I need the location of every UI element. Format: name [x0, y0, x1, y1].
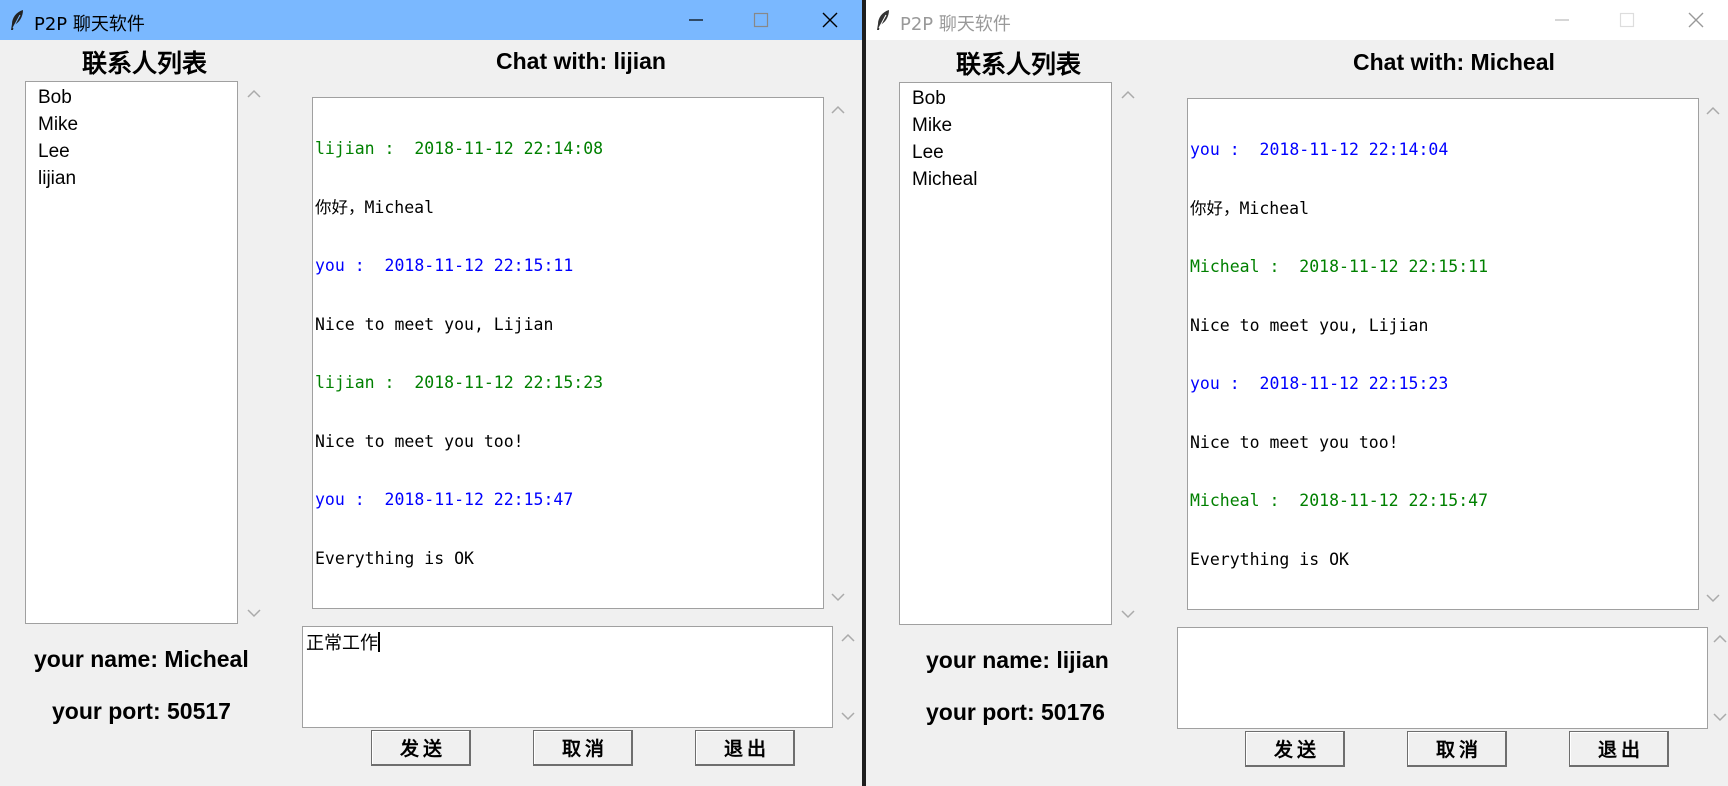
message-body: 你好，Micheal — [1190, 198, 1310, 218]
message-input-text: 正常工作 — [306, 633, 378, 654]
message-body: 你好，Micheal — [315, 197, 435, 217]
minimize-button[interactable] — [670, 0, 722, 40]
contact-item[interactable]: Mike — [900, 112, 1111, 139]
close-icon — [822, 12, 838, 28]
maximize-icon — [1619, 12, 1635, 28]
scroll-up-icon[interactable] — [246, 88, 262, 100]
contact-item[interactable]: Mike — [26, 111, 237, 138]
send-button[interactable]: 发送 — [371, 730, 471, 766]
scroll-up-icon[interactable] — [830, 104, 846, 116]
scroll-down-icon[interactable] — [830, 591, 846, 603]
your-port-label: your port: 50517 — [52, 698, 231, 724]
chat-window-lijian: P2P 聊天软件 联系人列表 Chat with: Micheal Bob Mi… — [866, 0, 1728, 786]
close-button[interactable] — [804, 0, 856, 40]
contact-item[interactable]: Bob — [900, 85, 1111, 112]
contact-list[interactable]: Bob Mike Lee lijian — [25, 81, 238, 624]
message-header: you : 2018-11-12 22:15:11 — [315, 256, 574, 275]
minimize-icon — [1555, 19, 1569, 21]
send-button[interactable]: 发送 — [1245, 731, 1345, 767]
message-history[interactable]: you : 2018-11-12 22:14:04 你好，Micheal Mic… — [1187, 98, 1699, 610]
feather-icon — [11, 10, 23, 30]
contacts-heading: 联系人列表 — [82, 50, 208, 78]
chat-heading: Chat with: lijian — [496, 48, 666, 74]
message-input[interactable] — [1177, 627, 1708, 729]
text-caret — [378, 632, 380, 652]
scroll-down-icon[interactable] — [840, 710, 856, 722]
message-body: Nice to meet you, Lijian — [1190, 315, 1429, 335]
message-header: you : 2018-11-12 22:14:04 — [1190, 140, 1449, 159]
your-name-label: your name: lijian — [926, 647, 1109, 673]
window-title: P2P 聊天软件 — [34, 14, 145, 35]
minimize-button[interactable] — [1536, 0, 1588, 40]
message-body: Everything is OK — [315, 548, 474, 568]
contact-item[interactable]: Lee — [900, 139, 1111, 166]
chat-heading: Chat with: Micheal — [1353, 49, 1555, 75]
title-bar[interactable]: P2P 聊天软件 — [0, 0, 862, 40]
message-header: lijian : 2018-11-12 22:15:23 — [315, 373, 604, 392]
maximize-icon — [753, 12, 769, 28]
contacts-heading: 联系人列表 — [956, 51, 1082, 79]
contact-item[interactable]: Micheal — [900, 166, 1111, 193]
scroll-up-icon[interactable] — [840, 632, 856, 644]
message-header: lijian : 2018-11-12 22:14:08 — [315, 139, 604, 158]
scroll-down-icon[interactable] — [246, 607, 262, 619]
message-body: Nice to meet you, Lijian — [315, 314, 554, 334]
scroll-up-icon[interactable] — [1705, 105, 1721, 117]
scroll-down-icon[interactable] — [1120, 608, 1136, 620]
message-header: you : 2018-11-12 22:15:23 — [1190, 374, 1449, 393]
message-header: you : 2018-11-12 22:15:47 — [315, 490, 574, 509]
message-body: Nice to meet you too! — [315, 431, 524, 451]
contact-item[interactable]: Lee — [26, 138, 237, 165]
maximize-button[interactable] — [735, 0, 787, 40]
chat-window-micheal: P2P 聊天软件 联系人列表 Chat with: lijian Bob Mik… — [0, 0, 862, 786]
contact-list[interactable]: Bob Mike Lee Micheal — [899, 82, 1112, 625]
your-name-label: your name: Micheal — [34, 646, 249, 672]
message-header: Micheal : 2018-11-12 22:15:11 — [1190, 257, 1489, 276]
scroll-down-icon[interactable] — [1712, 711, 1728, 723]
close-button[interactable] — [1670, 0, 1722, 40]
window-title: P2P 聊天软件 — [900, 14, 1011, 35]
minimize-icon — [689, 19, 703, 21]
message-body: Everything is OK — [1190, 549, 1349, 569]
cancel-button[interactable]: 取消 — [1407, 731, 1507, 767]
maximize-button[interactable] — [1601, 0, 1653, 40]
message-input[interactable]: 正常工作 — [302, 626, 833, 728]
close-icon — [1688, 12, 1704, 28]
exit-button[interactable]: 退出 — [695, 730, 795, 766]
cancel-button[interactable]: 取消 — [533, 730, 633, 766]
scroll-down-icon[interactable] — [1705, 592, 1721, 604]
contact-item[interactable]: lijian — [26, 165, 237, 192]
feather-icon — [877, 10, 889, 30]
exit-button[interactable]: 退出 — [1569, 731, 1669, 767]
title-bar[interactable]: P2P 聊天软件 — [866, 0, 1728, 40]
message-history[interactable]: lijian : 2018-11-12 22:14:08 你好，Micheal … — [312, 97, 824, 609]
scroll-up-icon[interactable] — [1712, 633, 1728, 645]
message-body: Nice to meet you too! — [1190, 432, 1399, 452]
your-port-label: your port: 50176 — [926, 699, 1105, 725]
message-header: Micheal : 2018-11-12 22:15:47 — [1190, 491, 1489, 510]
contact-item[interactable]: Bob — [26, 84, 237, 111]
scroll-up-icon[interactable] — [1120, 89, 1136, 101]
